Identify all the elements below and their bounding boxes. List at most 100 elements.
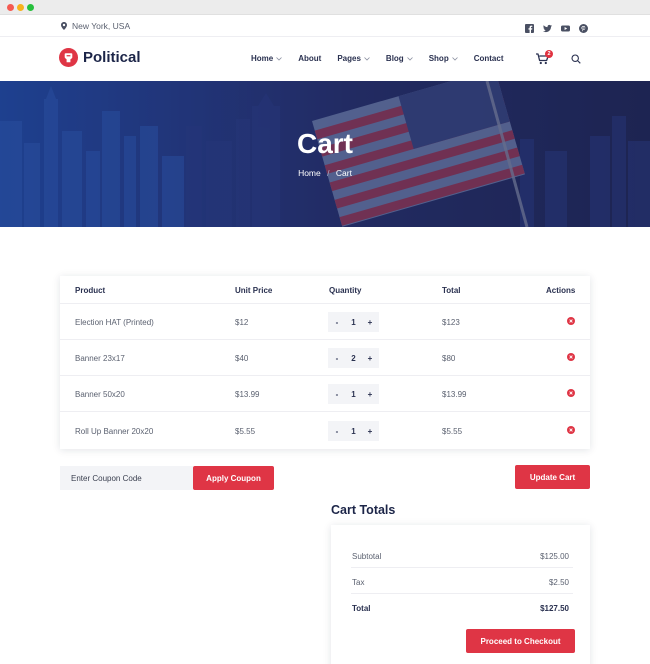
nav-label: Blog bbox=[385, 54, 404, 63]
nav-home[interactable]: Home bbox=[251, 54, 283, 63]
cart-totals-card: Subtotal $125.00 Tax $2.50 Total $127.50… bbox=[331, 525, 590, 664]
main-nav: Home About Pages Blog Shop Contact bbox=[251, 54, 519, 63]
quantity-stepper: - 1 + bbox=[328, 384, 379, 404]
decrease-button[interactable]: - bbox=[332, 390, 342, 399]
logo-fist-icon bbox=[59, 48, 78, 67]
subtotal-value: $125.00 bbox=[540, 552, 569, 561]
nav-label: Pages bbox=[337, 54, 361, 63]
row-total: $5.55 bbox=[442, 427, 463, 436]
site-header: Political Home About Pages Blog Shop Con… bbox=[0, 37, 650, 81]
row-total: $80 bbox=[442, 354, 456, 363]
chevron-down-icon bbox=[406, 56, 413, 61]
product-name[interactable]: Banner 23x17 bbox=[75, 354, 125, 363]
row-total: $13.99 bbox=[442, 390, 467, 399]
header-total: Total bbox=[442, 286, 461, 295]
product-name[interactable]: Roll Up Banner 20x20 bbox=[75, 427, 153, 436]
header-actions: Actions bbox=[546, 286, 576, 295]
decrease-button[interactable]: - bbox=[332, 427, 342, 436]
brand-name: Political bbox=[83, 49, 141, 66]
quantity-stepper: - 2 + bbox=[328, 348, 379, 368]
update-cart-button[interactable]: Update Cart bbox=[515, 465, 590, 489]
table-row: Banner 23x17 $40 - 2 + $80 bbox=[60, 340, 590, 376]
tax-label: Tax bbox=[352, 578, 365, 587]
increase-button[interactable]: + bbox=[365, 354, 375, 363]
nav-label: About bbox=[298, 54, 322, 63]
search-icon[interactable] bbox=[571, 54, 581, 64]
nav-pages[interactable]: Pages bbox=[337, 54, 370, 63]
total-label: Total bbox=[352, 604, 371, 613]
subtotal-row: Subtotal $125.00 bbox=[351, 542, 573, 568]
decrease-button[interactable]: - bbox=[332, 318, 342, 327]
nav-label: Home bbox=[251, 54, 274, 63]
twitter-icon[interactable] bbox=[543, 20, 552, 33]
remove-item-icon[interactable] bbox=[567, 389, 575, 397]
nav-blog[interactable]: Blog bbox=[386, 54, 413, 63]
increase-button[interactable]: + bbox=[365, 318, 375, 327]
apply-coupon-button[interactable]: Apply Coupon bbox=[193, 466, 274, 490]
header-quantity: Quantity bbox=[329, 286, 362, 295]
quantity-stepper: - 1 + bbox=[328, 421, 379, 441]
location: New York, USA bbox=[61, 21, 130, 31]
browser-titlebar bbox=[0, 0, 650, 15]
breadcrumb-home[interactable]: Home bbox=[298, 168, 321, 178]
quantity-value[interactable]: 1 bbox=[351, 318, 355, 327]
window-close-dot[interactable] bbox=[7, 4, 14, 11]
page-title: Cart bbox=[296, 128, 353, 159]
proceed-to-checkout-button[interactable]: Proceed to Checkout bbox=[466, 629, 575, 653]
unit-price: $12 bbox=[235, 318, 249, 327]
quantity-value[interactable]: 1 bbox=[351, 427, 355, 436]
increase-button[interactable]: + bbox=[365, 427, 375, 436]
cart-table: Product Unit Price Quantity Total Action… bbox=[60, 276, 590, 449]
page: New York, USA Political Home About Pages… bbox=[0, 15, 650, 664]
header-product: Product bbox=[75, 286, 106, 295]
logo[interactable]: Political bbox=[59, 48, 141, 67]
top-bar: New York, USA bbox=[0, 15, 650, 37]
chevron-down-icon bbox=[276, 56, 283, 61]
youtube-icon[interactable] bbox=[561, 20, 570, 32]
breadcrumb: Home / Cart bbox=[0, 168, 650, 178]
total-value: $127.50 bbox=[540, 604, 569, 613]
pinterest-icon[interactable] bbox=[579, 20, 588, 33]
tax-row: Tax $2.50 bbox=[351, 568, 573, 594]
product-name[interactable]: Banner 50x20 bbox=[75, 390, 125, 399]
unit-price: $13.99 bbox=[235, 390, 260, 399]
table-row: Banner 50x20 $13.99 - 1 + $13.99 bbox=[60, 376, 590, 412]
subtotal-label: Subtotal bbox=[352, 552, 382, 561]
facebook-icon[interactable] bbox=[525, 20, 534, 33]
table-header: Product Unit Price Quantity Total Action… bbox=[60, 276, 590, 304]
social-links bbox=[525, 20, 588, 33]
nav-about[interactable]: About bbox=[298, 54, 321, 63]
cart-count-badge: 2 bbox=[545, 50, 553, 58]
chevron-down-icon bbox=[364, 56, 370, 61]
page-hero: Cart Home / Cart bbox=[0, 81, 650, 227]
map-pin-icon bbox=[61, 22, 67, 30]
chevron-down-icon bbox=[451, 56, 458, 61]
quantity-value[interactable]: 1 bbox=[351, 390, 355, 399]
nav-contact[interactable]: Contact bbox=[474, 54, 504, 63]
decrease-button[interactable]: - bbox=[332, 354, 342, 363]
tax-value: $2.50 bbox=[548, 578, 569, 587]
nav-shop[interactable]: Shop bbox=[429, 54, 458, 63]
increase-button[interactable]: + bbox=[365, 390, 375, 399]
quantity-value[interactable]: 2 bbox=[351, 354, 355, 363]
location-text: New York, USA bbox=[72, 21, 131, 31]
nav-label: Contact bbox=[473, 54, 504, 63]
remove-item-icon[interactable] bbox=[567, 353, 575, 361]
header-unit-price: Unit Price bbox=[235, 286, 273, 295]
cart-totals-title: Cart Totals bbox=[331, 503, 396, 517]
total-row: Total $127.50 bbox=[351, 594, 573, 620]
unit-price: $5.55 bbox=[235, 427, 256, 436]
coupon-code-input[interactable] bbox=[60, 466, 193, 490]
remove-item-icon[interactable] bbox=[567, 317, 575, 325]
quantity-stepper: - 1 + bbox=[328, 312, 379, 332]
unit-price: $40 bbox=[235, 354, 249, 363]
window-maximize-dot[interactable] bbox=[27, 4, 34, 11]
breadcrumb-current: Cart bbox=[335, 168, 352, 178]
table-row: Roll Up Banner 20x20 $5.55 - 1 + $5.55 bbox=[60, 413, 590, 449]
window-minimize-dot[interactable] bbox=[17, 4, 24, 11]
product-name[interactable]: Election HAT (Printed) bbox=[75, 318, 154, 327]
nav-label: Shop bbox=[428, 54, 449, 63]
remove-item-icon[interactable] bbox=[567, 426, 575, 434]
table-row: Election HAT (Printed) $12 - 1 + $123 bbox=[60, 304, 590, 340]
breadcrumb-separator: / bbox=[327, 168, 330, 178]
